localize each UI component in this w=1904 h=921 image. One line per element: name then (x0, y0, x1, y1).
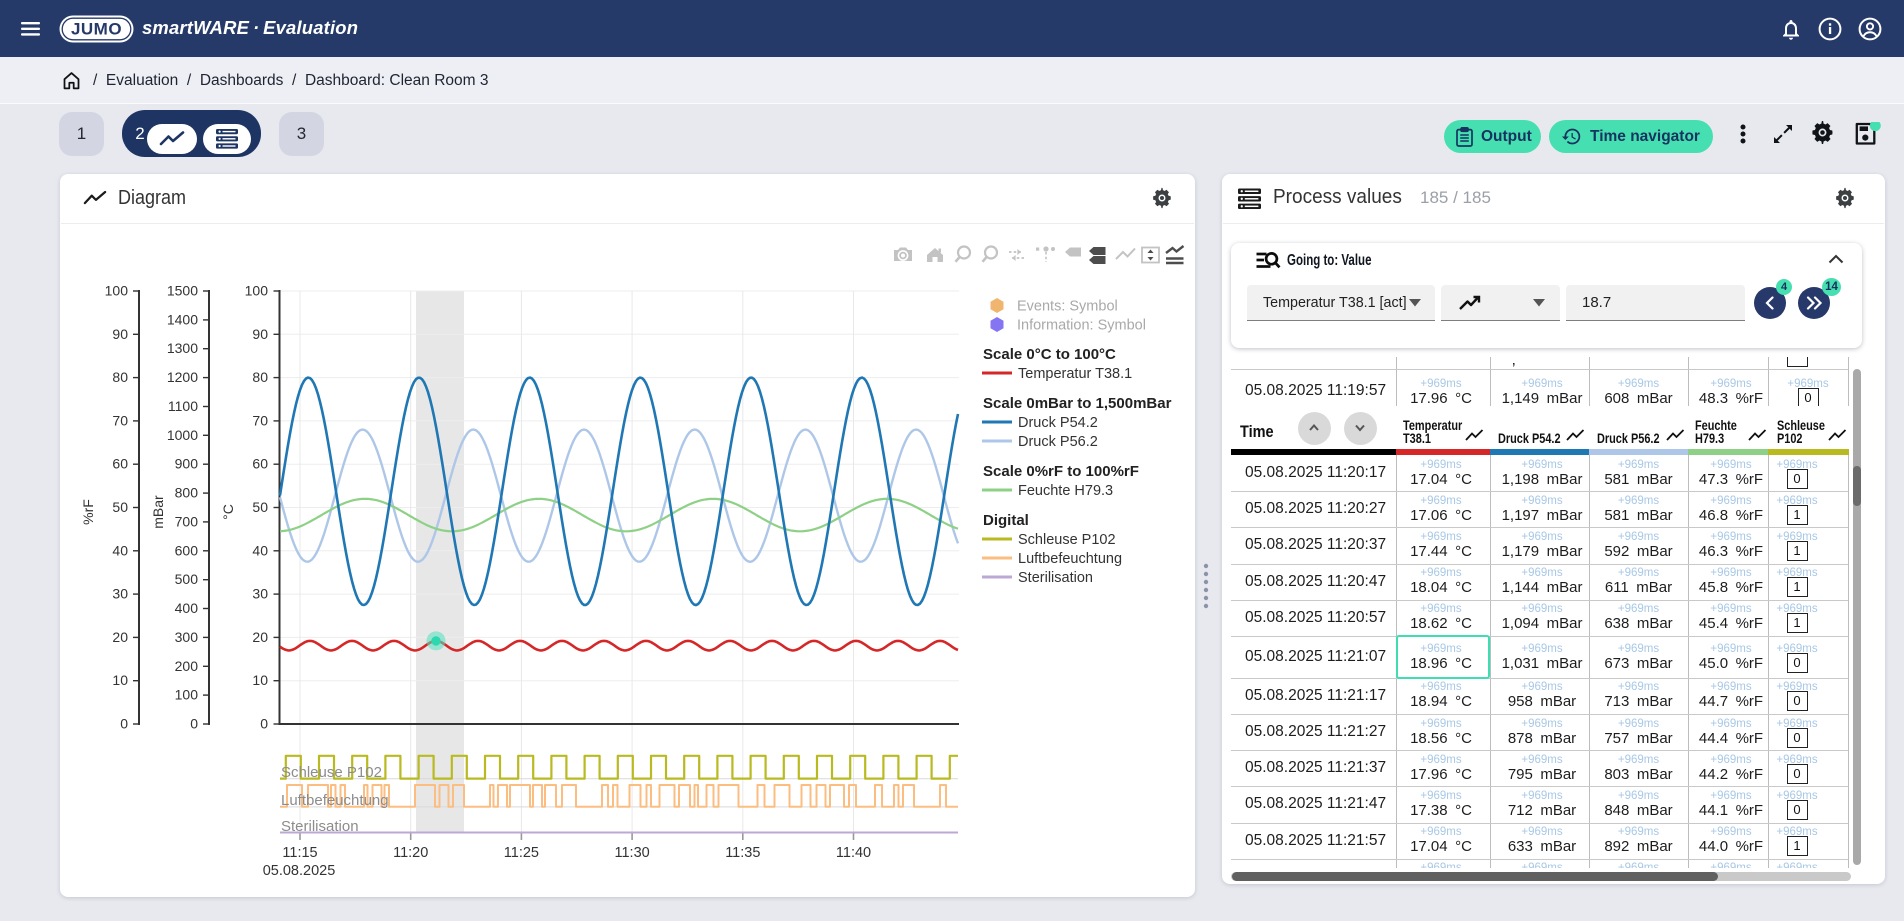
svg-text:90: 90 (112, 326, 128, 342)
svg-text:Temperatur T38.1: Temperatur T38.1 (1018, 366, 1132, 382)
svg-text:70: 70 (252, 412, 268, 428)
svg-text:50: 50 (112, 499, 128, 515)
svg-text:11:20: 11:20 (393, 845, 428, 861)
svg-text:%rF: %rF (80, 499, 96, 525)
svg-text:Druck P54.2: Druck P54.2 (1018, 415, 1098, 431)
svg-text:40: 40 (112, 542, 128, 558)
svg-text:900: 900 (175, 456, 199, 472)
svg-text:0: 0 (260, 716, 268, 732)
svg-text:Sterilisation: Sterilisation (1018, 570, 1093, 586)
svg-text:11:30: 11:30 (614, 845, 649, 861)
svg-text:JUMO: JUMO (71, 20, 122, 39)
svg-text:200: 200 (175, 658, 199, 674)
svg-text:80: 80 (252, 369, 268, 385)
svg-text:mBar: mBar (150, 495, 166, 529)
svg-text:500: 500 (175, 571, 199, 587)
svg-text:Information: Symbol: Information: Symbol (1017, 318, 1146, 334)
svg-text:50: 50 (252, 499, 268, 515)
svg-text:0: 0 (190, 716, 198, 732)
svg-text:30: 30 (112, 586, 128, 602)
svg-text:1500: 1500 (167, 283, 198, 299)
svg-text:1400: 1400 (167, 311, 198, 327)
svg-text:80: 80 (112, 369, 128, 385)
svg-text:Events: Symbol: Events: Symbol (1017, 299, 1118, 315)
svg-text:Sterilisation: Sterilisation (281, 818, 359, 835)
svg-text:60: 60 (252, 456, 268, 472)
svg-text:600: 600 (175, 542, 199, 558)
svg-text:800: 800 (175, 485, 199, 501)
svg-text:1000: 1000 (167, 427, 198, 443)
svg-text:90: 90 (252, 326, 268, 342)
svg-text:100: 100 (245, 283, 269, 299)
svg-text:Schleuse P102: Schleuse P102 (1018, 532, 1116, 548)
svg-text:60: 60 (112, 456, 128, 472)
svg-text:Scale 0%rF to 100%rF: Scale 0%rF to 100%rF (983, 463, 1139, 480)
svg-text:1300: 1300 (167, 340, 198, 356)
svg-text:Luftbefeuchtung: Luftbefeuchtung (1018, 551, 1122, 567)
svg-text:1100: 1100 (168, 398, 198, 414)
svg-text:0: 0 (120, 716, 128, 732)
svg-text:100: 100 (105, 283, 129, 299)
svg-text:70: 70 (112, 412, 128, 428)
svg-text:700: 700 (175, 513, 199, 529)
svg-text:400: 400 (175, 600, 199, 616)
svg-text:20: 20 (252, 629, 268, 645)
svg-text:11:40: 11:40 (836, 845, 871, 861)
svg-text:Luftbefeuchtung: Luftbefeuchtung (281, 792, 389, 809)
svg-text:Schleuse P102: Schleuse P102 (281, 764, 382, 781)
svg-text:05.08.2025: 05.08.2025 (263, 863, 336, 879)
svg-text:1200: 1200 (167, 369, 198, 385)
svg-text:°C: °C (220, 504, 236, 520)
svg-text:Scale 0°C to 100°C: Scale 0°C to 100°C (983, 346, 1116, 363)
svg-text:40: 40 (252, 542, 268, 558)
svg-text:20: 20 (112, 629, 128, 645)
svg-text:11:35: 11:35 (725, 845, 760, 861)
svg-text:Druck P56.2: Druck P56.2 (1018, 434, 1098, 450)
svg-text:30: 30 (252, 586, 268, 602)
svg-text:11:25: 11:25 (504, 845, 539, 861)
svg-text:300: 300 (175, 629, 199, 645)
svg-text:11:15: 11:15 (282, 845, 317, 861)
svg-text:Digital: Digital (983, 512, 1029, 529)
svg-text:10: 10 (252, 672, 268, 688)
svg-text:10: 10 (112, 672, 128, 688)
svg-text:100: 100 (175, 687, 199, 703)
svg-text:Scale 0mBar to 1,500mBar: Scale 0mBar to 1,500mBar (983, 395, 1172, 412)
svg-text:Feuchte H79.3: Feuchte H79.3 (1018, 483, 1113, 499)
